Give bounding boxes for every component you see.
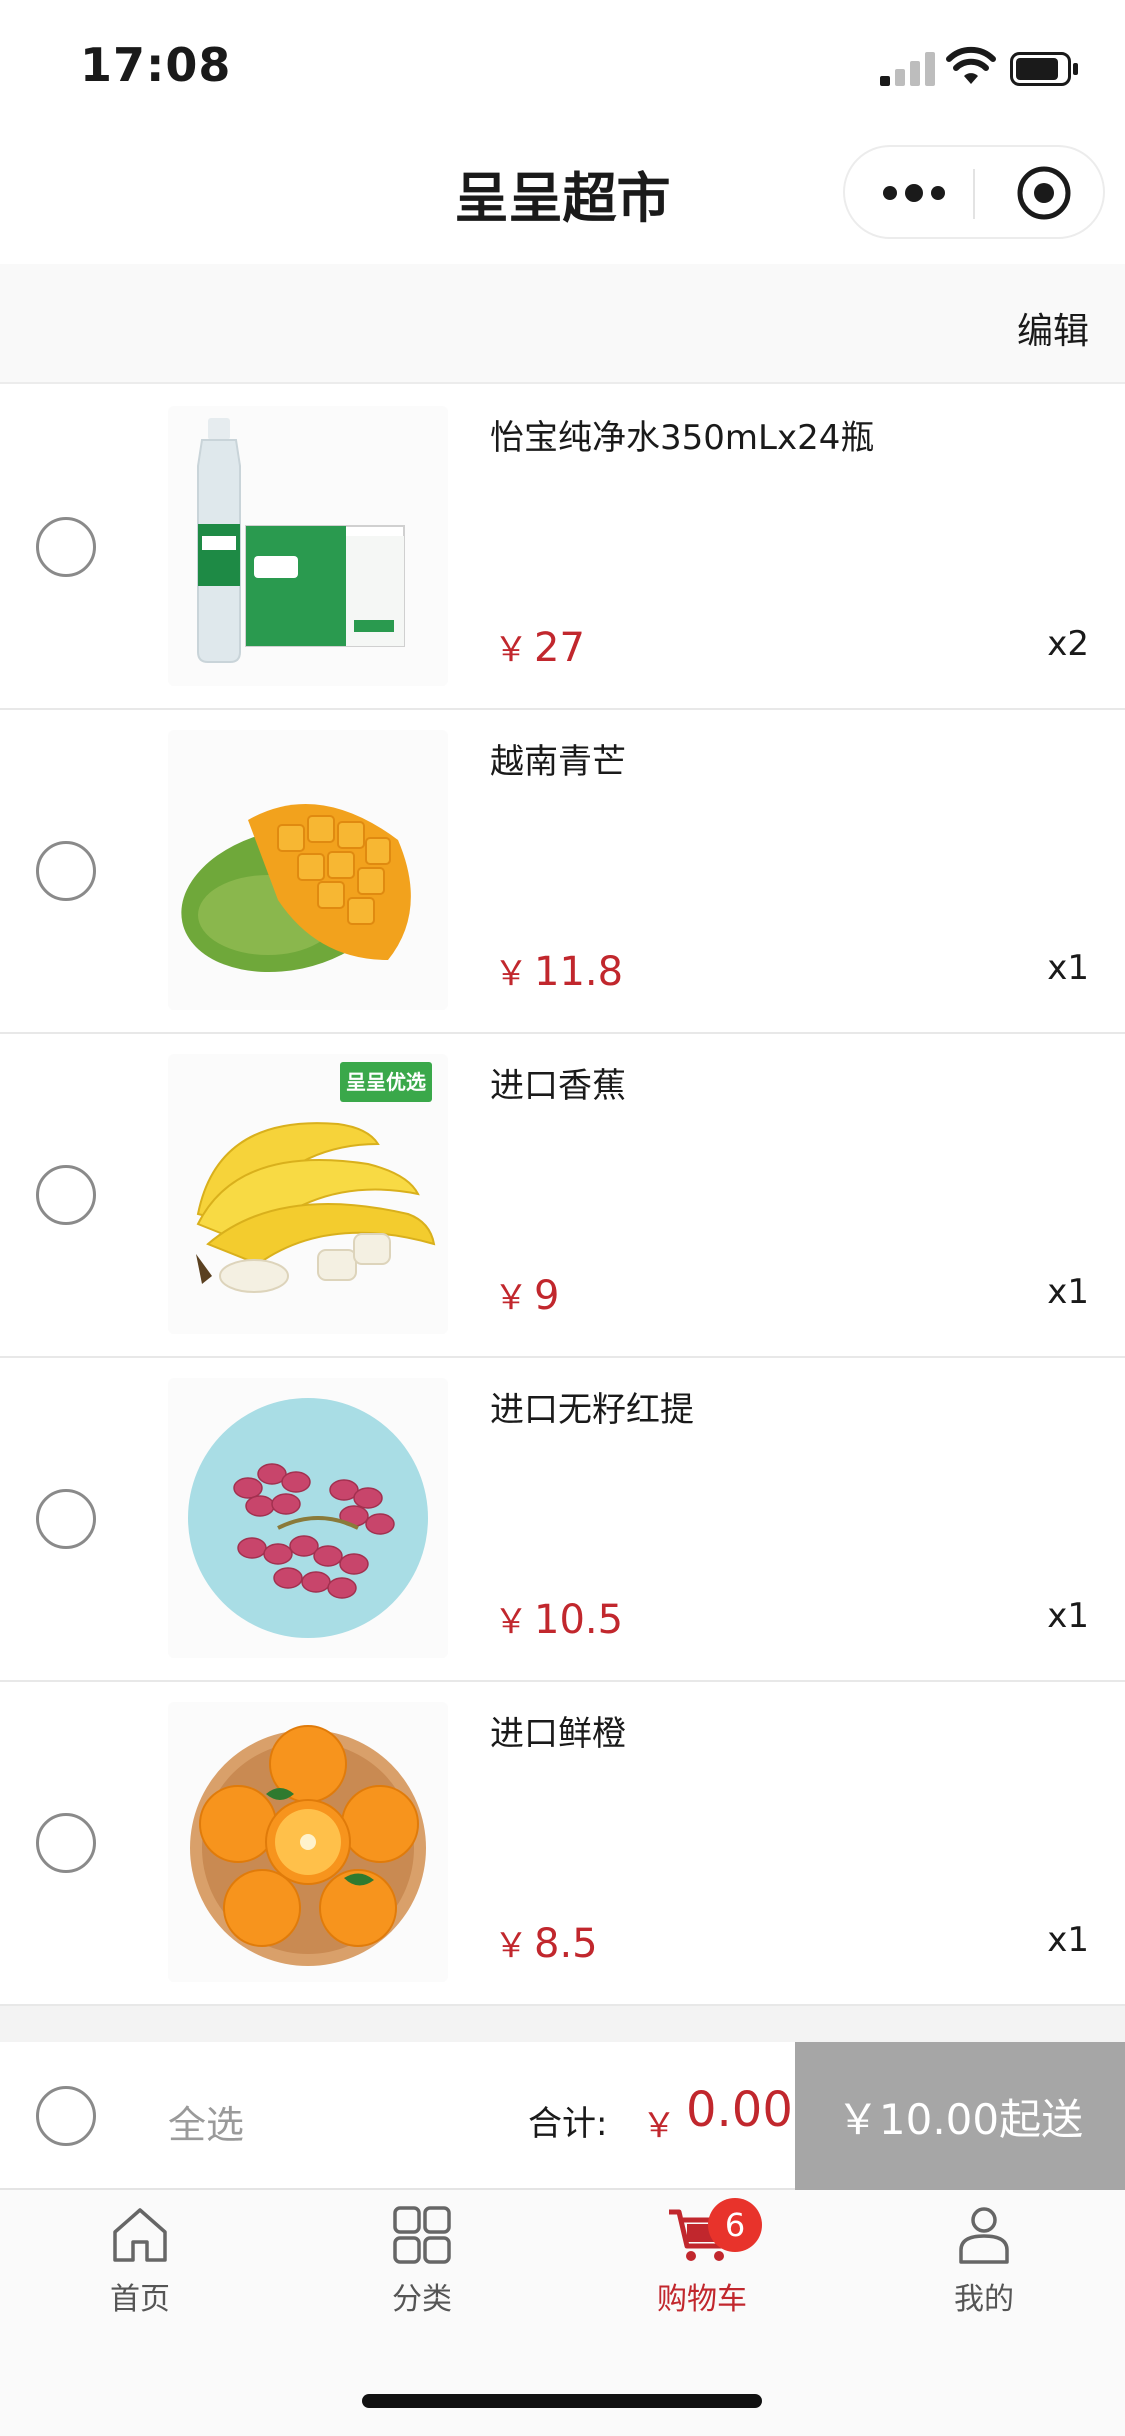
- home-indicator: [362, 2394, 762, 2408]
- category-icon: [393, 2206, 451, 2264]
- cart-item[interactable]: 进口无籽红提 ￥ 10.5 x1: [0, 1358, 1125, 1682]
- battery-icon: [1010, 52, 1078, 86]
- product-price: ￥ 9: [494, 1270, 559, 1319]
- product-name: 越南青芒: [490, 742, 626, 782]
- select-all-checkbox[interactable]: [36, 2086, 96, 2146]
- product-price: ￥ 8.5: [494, 1918, 598, 1967]
- status-bar: 17:08: [0, 0, 1125, 132]
- product-price: ￥ 11.8: [494, 946, 623, 995]
- item-checkbox[interactable]: [36, 1813, 96, 1873]
- tab-label: 分类: [392, 2282, 452, 2317]
- list-footer-gap: [0, 2006, 1125, 2042]
- price-currency: ￥: [494, 954, 528, 994]
- product-quantity: x1: [1047, 1596, 1089, 1636]
- price-currency: ￥: [494, 630, 528, 670]
- product-image-banana[interactable]: 呈呈优选: [168, 1054, 448, 1334]
- water-bottle-icon: [168, 406, 448, 686]
- product-price: ￥ 10.5: [494, 1594, 623, 1643]
- price-value: 11.8: [534, 949, 624, 995]
- cart-item[interactable]: 呈呈优选 进口香蕉 ￥ 9 x1: [0, 1034, 1125, 1358]
- grapes-icon: [168, 1378, 448, 1658]
- select-all-label[interactable]: 全选: [168, 2094, 244, 2149]
- tab-cart[interactable]: 6 购物车: [622, 2198, 782, 2334]
- total-currency: ￥: [642, 2106, 676, 2146]
- home-icon: [113, 2208, 167, 2262]
- cart-count-badge: 6: [708, 2198, 762, 2252]
- product-name: 进口鲜橙: [490, 1714, 626, 1754]
- wifi-icon: [946, 46, 996, 84]
- item-checkbox[interactable]: [36, 1165, 96, 1225]
- product-name: 进口无籽红提: [490, 1390, 694, 1430]
- product-quantity: x2: [1047, 624, 1089, 664]
- cart-item[interactable]: 越南青芒 ￥ 11.8 x1: [0, 710, 1125, 1034]
- capsule-divider: [973, 169, 975, 219]
- oranges-icon: [168, 1702, 448, 1982]
- product-quantity: x1: [1047, 948, 1089, 988]
- total-label: 合计:: [528, 2104, 608, 2144]
- cart-item[interactable]: 怡宝纯净水350mLx24瓶 ￥ 27 x2: [0, 386, 1125, 710]
- product-image-water[interactable]: [168, 406, 448, 686]
- product-name: 怡宝纯净水350mLx24瓶: [490, 418, 875, 458]
- status-time: 17:08: [80, 38, 232, 92]
- product-image-oranges[interactable]: [168, 1702, 448, 1982]
- price-value: 8.5: [534, 1921, 598, 1967]
- price-value: 27: [534, 625, 585, 671]
- price-currency: ￥: [494, 1926, 528, 1966]
- price-value: 9: [534, 1273, 560, 1319]
- product-image-grapes[interactable]: [168, 1378, 448, 1658]
- item-checkbox[interactable]: [36, 841, 96, 901]
- price-value: 10.5: [534, 1597, 624, 1643]
- tab-label: 购物车: [657, 2282, 747, 2317]
- checkout-bar: 全选 合计: ￥ 0.00 ￥10.00起送: [0, 2042, 1125, 2190]
- tab-label: 我的: [954, 2282, 1014, 2317]
- mango-icon: [168, 730, 448, 1010]
- product-quantity: x1: [1047, 1272, 1089, 1312]
- price-currency: ￥: [494, 1602, 528, 1642]
- item-checkbox[interactable]: [36, 1489, 96, 1549]
- cellular-signal-icon: [880, 52, 935, 86]
- profile-icon: [959, 2207, 1009, 2264]
- item-checkbox[interactable]: [36, 517, 96, 577]
- cart-item[interactable]: 进口鲜橙 ￥ 8.5 x1: [0, 1682, 1125, 2006]
- price-currency: ￥: [494, 1278, 528, 1318]
- nav-bar: 呈呈超市: [0, 132, 1125, 264]
- total-amount: 0.00: [686, 2082, 793, 2138]
- tab-profile[interactable]: 我的: [904, 2204, 1064, 2334]
- product-tag: 呈呈优选: [346, 1070, 426, 1094]
- close-miniprogram-icon[interactable]: [1015, 164, 1073, 222]
- more-icon[interactable]: [879, 173, 949, 213]
- tab-category[interactable]: 分类: [342, 2204, 502, 2334]
- product-name: 进口香蕉: [490, 1066, 626, 1106]
- tab-home[interactable]: 首页: [60, 2204, 220, 2334]
- tab-label: 首页: [110, 2282, 170, 2317]
- product-price: ￥ 27: [494, 622, 585, 671]
- product-quantity: x1: [1047, 1920, 1089, 1960]
- cart-list: 怡宝纯净水350mLx24瓶 ￥ 27 x2 越南青芒 ￥ 11.8 x1 呈呈…: [0, 386, 1125, 2006]
- product-image-mango[interactable]: [168, 730, 448, 1010]
- checkout-button[interactable]: ￥10.00起送: [795, 2042, 1125, 2190]
- edit-bar: 编辑: [0, 264, 1125, 384]
- miniprogram-capsule: [843, 145, 1105, 239]
- edit-button[interactable]: 编辑: [1017, 302, 1089, 354]
